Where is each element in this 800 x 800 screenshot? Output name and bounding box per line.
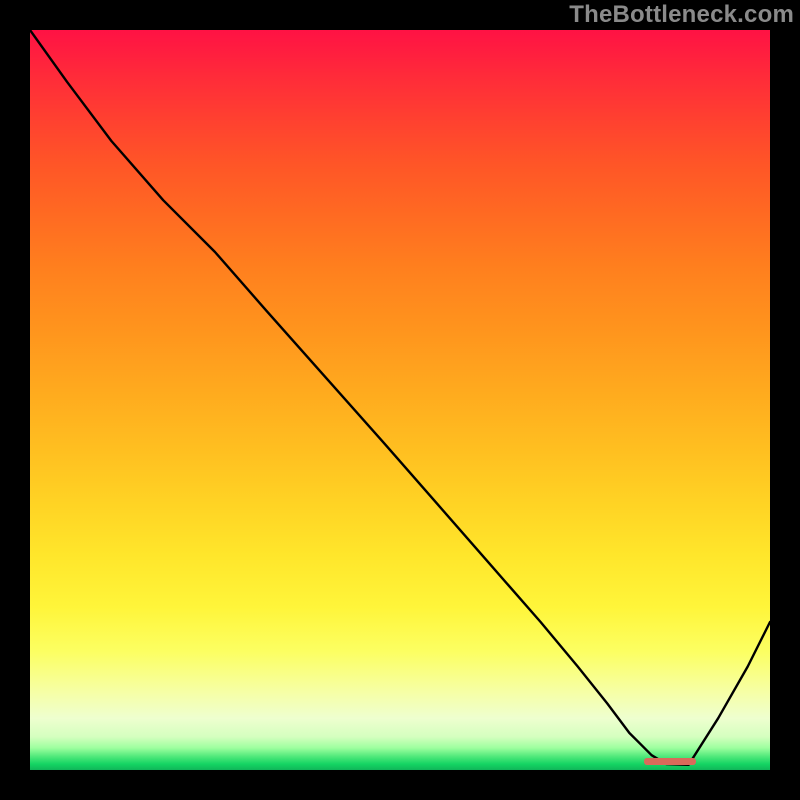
chart-canvas: TheBottleneck.com	[0, 0, 800, 800]
plot-area	[30, 30, 770, 770]
bottleneck-curve	[30, 30, 770, 770]
watermark-text: TheBottleneck.com	[569, 1, 794, 29]
optimal-range-marker	[644, 758, 696, 765]
